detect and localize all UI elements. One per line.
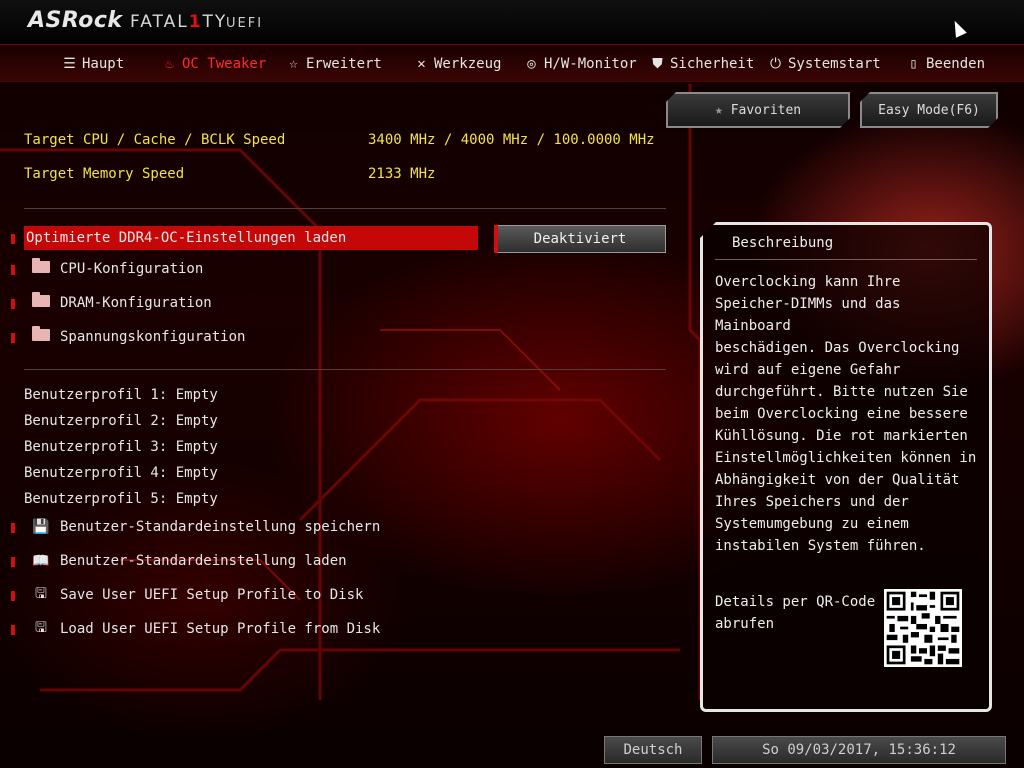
mouse-cursor-icon [949, 18, 967, 38]
divider [24, 369, 666, 370]
target-memory-label: Target Memory Speed [24, 166, 185, 182]
tab-oc-tweaker[interactable]: ♨ OC Tweaker [162, 53, 266, 75]
favorites-button[interactable]: ★ Favoriten [666, 92, 850, 128]
action-save-defaults[interactable]: 💾 Benutzer-Standardeinstellung speichern [11, 515, 380, 539]
description-title: Beschreibung [732, 235, 834, 251]
description-panel: Beschreibung Overclocking kann Ihre Spei… [700, 222, 992, 712]
user-profile-2[interactable]: Benutzerprofil 2: Empty [24, 413, 218, 429]
qr-code-label: Details per QR-Code abrufen [715, 594, 876, 632]
flame-icon: ♨ [165, 56, 174, 72]
tab-haupt[interactable]: ☰ Haupt [62, 53, 124, 75]
row-marker [11, 523, 15, 533]
row-marker [11, 557, 15, 567]
user-profile-5[interactable]: Benutzerprofil 5: Empty [24, 491, 218, 507]
selection-marker [11, 234, 15, 244]
target-memory-value: 2133 MHz [368, 166, 436, 182]
row-marker [11, 265, 15, 275]
user-profile-4[interactable]: Benutzerprofil 4: Empty [24, 465, 218, 481]
exit-icon: ▯ [909, 56, 918, 72]
language-button[interactable]: Deutsch [604, 736, 702, 764]
power-icon: ⏻ [769, 56, 782, 72]
tab-systemstart[interactable]: ⏻ Systemstart [768, 53, 881, 75]
action-load-profile-disk[interactable]: 🖫 Load User UEFI Setup Profile from Disk [11, 617, 380, 641]
tools-icon: ✕ [417, 56, 426, 72]
target-cpu-label: Target CPU / Cache / BCLK Speed [24, 132, 286, 148]
row-marker [11, 625, 15, 635]
book-icon: 📖 [32, 553, 50, 569]
tab-beenden[interactable]: ▯ Beenden [906, 53, 985, 75]
row-marker [11, 299, 15, 309]
ddr4-oc-value-button[interactable]: Deaktiviert [494, 225, 666, 253]
user-profile-1[interactable]: Benutzerprofil 1: Empty [24, 387, 218, 403]
list-icon: ☰ [63, 56, 76, 72]
star-icon: ☆ [289, 56, 298, 72]
product-logo: FATAL1TY [130, 12, 228, 32]
divider [715, 259, 977, 260]
row-marker [11, 591, 15, 601]
folder-icon [30, 258, 52, 277]
floppy-icon: 💾 [32, 519, 50, 535]
action-load-defaults[interactable]: 📖 Benutzer-Standardeinstellung laden [11, 549, 347, 573]
tab-erweitert[interactable]: ☆ Erweitert [286, 53, 382, 75]
setting-ddr4-oc[interactable]: Optimierte DDR4-OC-Einstellungen laden [11, 226, 478, 250]
header-bar: ASRock FATAL1TY UEFI [0, 0, 1024, 44]
target-cpu-value: 3400 MHz / 4000 MHz / 100.0000 MHz [368, 132, 655, 148]
tab-werkzeug[interactable]: ✕ Werkzeug [414, 53, 501, 75]
qr-code-icon [884, 589, 962, 667]
menu-cpu-konfiguration[interactable]: CPU-Konfiguration [11, 257, 203, 281]
menu-dram-konfiguration[interactable]: DRAM-Konfiguration [11, 291, 212, 315]
tab-sicherheit[interactable]: ⛊ Sicherheit [650, 53, 754, 75]
star-icon: ★ [714, 102, 723, 118]
menu-spannungskonfiguration[interactable]: Spannungskonfiguration [11, 325, 245, 349]
datetime-display: So 09/03/2017, 15:36:12 [712, 736, 1006, 764]
user-profile-3[interactable]: Benutzerprofil 3: Empty [24, 439, 218, 455]
shield-icon: ⛊ [652, 56, 663, 72]
brand-logo: ASRock [28, 8, 123, 33]
description-text: Overclocking kann Ihre Speicher-DIMMs un… [715, 274, 977, 554]
disk-save-icon: 🖫 [35, 586, 47, 602]
monitor-icon: ◎ [527, 56, 536, 72]
divider [24, 208, 666, 209]
tab-hw-monitor[interactable]: ◎ H/W-Monitor [524, 53, 636, 75]
action-save-profile-disk[interactable]: 🖫 Save User UEFI Setup Profile to Disk [11, 583, 363, 607]
folder-icon [30, 292, 52, 311]
main-nav: ☰ Haupt ♨ OC Tweaker ☆ Erweitert ✕ Werkz… [0, 44, 1024, 82]
folder-icon [30, 326, 52, 345]
disk-load-icon: 🖫 [35, 620, 47, 636]
row-marker [11, 333, 15, 343]
easy-mode-button[interactable]: Easy Mode(F6) [860, 92, 998, 128]
uefi-label: UEFI [226, 16, 264, 31]
